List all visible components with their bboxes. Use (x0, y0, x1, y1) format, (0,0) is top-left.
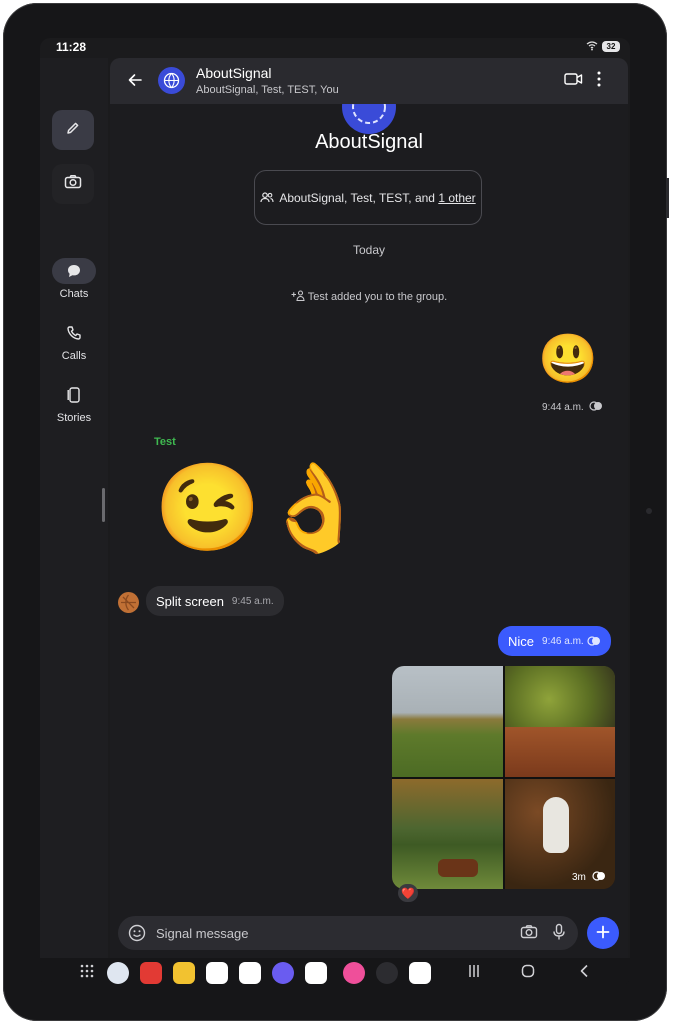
outgoing-text-bubble[interactable]: Nice 9:46 a.m. (498, 626, 611, 656)
attach-plus-button[interactable] (587, 917, 619, 949)
back-arrow-icon[interactable] (126, 71, 144, 94)
camera-button[interactable] (52, 164, 94, 204)
date-divider: Today (352, 243, 386, 257)
calendar-app-icon[interactable] (206, 962, 228, 984)
compose-button[interactable] (52, 110, 94, 150)
sender-name[interactable]: Test (154, 436, 176, 448)
chat-bubble-icon (52, 258, 96, 284)
message-time: 9:46 a.m. (542, 635, 584, 647)
nav-label-chats: Chats (59, 288, 89, 300)
message-input[interactable]: Signal message (156, 926, 249, 941)
conversation-pane: AboutSignal AboutSignal, Test, TEST, You… (110, 58, 628, 968)
conversation-header: AboutSignal AboutSignal, Test, TEST, You (110, 58, 628, 104)
members-more-link[interactable]: 1 other (438, 191, 475, 205)
incoming-emoji-message[interactable]: 😉👌 (154, 460, 368, 556)
recent-apps-icon[interactable] (468, 964, 480, 981)
system-taskbar (40, 958, 630, 986)
navigation-rail: Chats Calls Stories (40, 58, 108, 958)
plus-icon (596, 922, 610, 945)
outgoing-emoji-message[interactable]: 😃 (538, 334, 598, 386)
camera-app-icon[interactable] (305, 962, 327, 984)
settings-app-icon[interactable] (376, 962, 398, 984)
status-bar: 11:28 32 (40, 38, 630, 56)
gallery-app-icon[interactable] (343, 962, 365, 984)
home-icon[interactable] (521, 964, 535, 981)
pencil-icon (65, 120, 81, 141)
maps-app-icon[interactable] (409, 962, 431, 984)
globe-icon (163, 72, 180, 89)
album-meta: 3m (572, 871, 606, 883)
album-photo[interactable] (392, 778, 503, 889)
screen: 11:28 32 Chats Calls Stories AboutSignal… (40, 38, 630, 986)
camera-icon (64, 174, 82, 195)
people-icon (260, 191, 274, 202)
message-meta: 9:44 a.m. (542, 401, 603, 413)
album-photo[interactable] (392, 666, 503, 777)
add-person-icon (291, 290, 305, 302)
wifi-icon (586, 41, 598, 53)
status-time: 11:28 (56, 40, 87, 54)
album-photo[interactable] (504, 666, 615, 777)
heart-reaction[interactable]: ❤️ (398, 884, 418, 902)
internet-app-icon[interactable] (272, 962, 294, 984)
side-button (666, 178, 669, 218)
files-app-icon[interactable] (173, 962, 195, 984)
nav-item-chats[interactable]: Chats (44, 258, 104, 300)
phone-icon (52, 320, 96, 346)
read-receipt-icon (589, 401, 603, 411)
conversation-subtitle: AboutSignal, Test, TEST, You (196, 84, 339, 96)
message-composer[interactable]: Signal message (118, 916, 578, 950)
message-time: 9:45 a.m. (231, 595, 274, 607)
group-members-button[interactable]: AboutSignal, Test, TEST, and 1 other (254, 170, 482, 225)
more-options-icon[interactable] (596, 70, 602, 93)
stories-icon (52, 382, 96, 408)
split-screen-handle[interactable] (102, 488, 105, 522)
message-text: Nice (508, 633, 535, 649)
nav-label-stories: Stories (56, 412, 92, 424)
group-avatar[interactable] (158, 67, 185, 94)
system-message: Test added you to the group. (110, 290, 628, 303)
members-text: AboutSignal, Test, TEST, and (279, 190, 439, 205)
signal-app-icon[interactable] (107, 962, 129, 984)
battery-indicator: 32 (602, 41, 620, 52)
camera-icon[interactable] (520, 924, 538, 945)
message-time: 9:44 a.m. (542, 402, 584, 413)
emoji-icon[interactable] (128, 924, 146, 947)
microphone-icon[interactable] (552, 923, 566, 946)
nav-item-stories[interactable]: Stories (44, 382, 104, 424)
read-receipt-icon (587, 636, 600, 646)
video-call-icon[interactable] (564, 72, 583, 91)
back-icon[interactable] (579, 964, 589, 981)
read-receipt-icon (592, 871, 605, 881)
message-text: Split screen (156, 593, 224, 609)
camera-sensor (646, 508, 652, 514)
sender-avatar[interactable] (118, 592, 139, 613)
photo-album[interactable] (392, 666, 615, 889)
conversation-title[interactable]: AboutSignal (196, 65, 272, 81)
group-name: AboutSignal (315, 131, 423, 153)
nav-item-calls[interactable]: Calls (44, 320, 104, 362)
system-message-text: Test added you to the group. (307, 291, 448, 303)
message-time: 3m (572, 872, 586, 883)
flipboard-app-icon[interactable] (140, 962, 162, 984)
incoming-text-bubble[interactable]: Split screen 9:45 a.m. (146, 586, 284, 616)
messages-app-icon[interactable] (239, 962, 261, 984)
nav-label-calls: Calls (61, 350, 87, 362)
app-drawer-icon[interactable] (80, 964, 94, 981)
